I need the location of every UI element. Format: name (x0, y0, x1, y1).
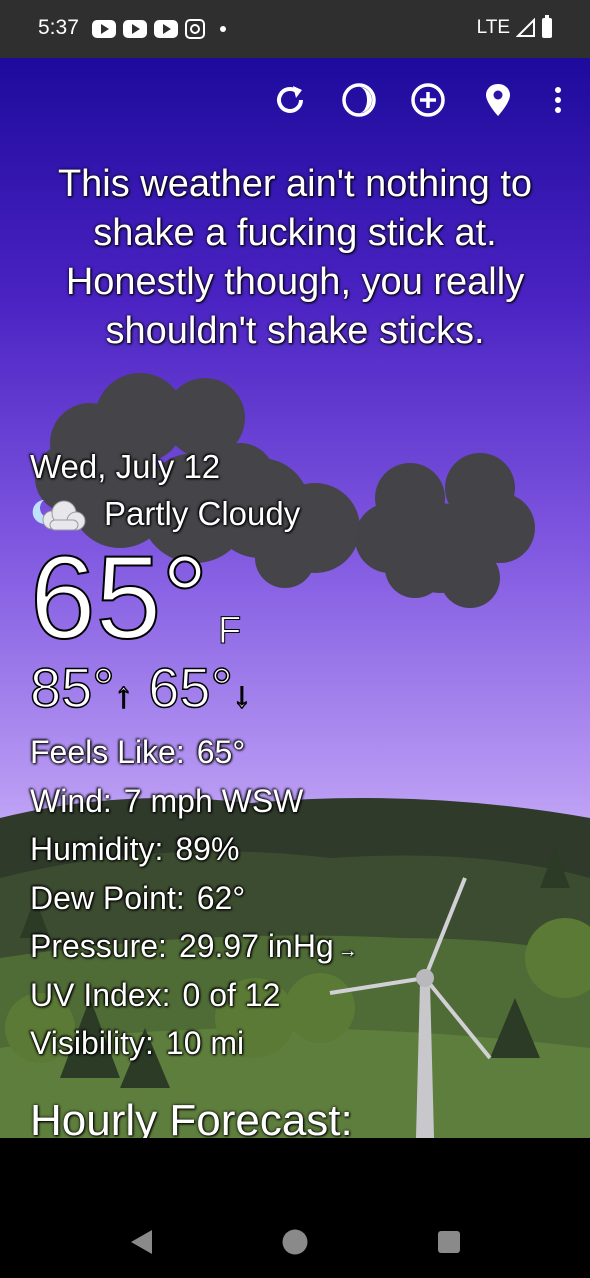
instagram-icon (185, 19, 205, 39)
detail-value: 7 mph WSW (123, 782, 304, 819)
detail-label: UV Index: (30, 976, 171, 1013)
hourly-forecast-heading: Hourly Forecast: (30, 1096, 353, 1138)
youtube-icon (123, 20, 147, 38)
weather-scene: This weather ain't nothing to shake a fu… (0, 58, 590, 1138)
wind-row: Wind: 7 mph WSW (30, 777, 358, 826)
condition-text: Partly Cloudy (104, 495, 301, 532)
dew-point-row: Dew Point: 62° (30, 874, 358, 923)
network-type: LTE (476, 17, 510, 38)
detail-value: 62° (196, 879, 246, 916)
detail-value: 29.97 inHg (178, 928, 334, 964)
system-status: LTE (476, 15, 552, 39)
detail-label: Feels Like: (30, 734, 185, 770)
youtube-icon (154, 20, 178, 38)
detail-label: Wind: (30, 782, 112, 819)
overflow-menu-icon[interactable] (538, 80, 578, 120)
uv-index-row: UV Index: 0 of 12 (30, 971, 358, 1020)
high-low-temperature: 85°↑ 65°↓ (29, 656, 252, 725)
location-pin-icon[interactable] (478, 80, 518, 120)
partly-cloudy-night-icon (32, 500, 86, 531)
navigation-bar (0, 1138, 590, 1278)
notification-icons (92, 19, 226, 39)
detail-value: 0 of 12 (182, 976, 281, 1013)
detail-label: Pressure: (30, 928, 167, 964)
current-condition: Partly Cloudy (30, 495, 300, 533)
youtube-icon (92, 20, 116, 38)
add-location-icon[interactable] (408, 80, 448, 120)
back-icon[interactable] (128, 1228, 154, 1256)
down-arrow-icon: ↓ (232, 673, 252, 716)
recents-icon[interactable] (436, 1228, 462, 1256)
status-bar: 5:37 LTE (0, 0, 590, 58)
status-time: 5:37 (38, 16, 79, 39)
detail-value: 65° (196, 734, 246, 770)
cloud-right (355, 453, 535, 608)
feels-like-row: Feels Like: 65° (30, 728, 358, 777)
theme-icon[interactable] (339, 80, 379, 120)
pressure-row: Pressure: 29.97 inHg → (30, 922, 358, 971)
signal-icon (516, 18, 535, 37)
weather-quote: This weather ain't nothing to shake a fu… (57, 163, 533, 352)
pressure-trend-icon: → (337, 940, 358, 962)
detail-value: 10 mi (165, 1025, 245, 1061)
detail-label: Humidity: (30, 831, 164, 867)
low-temperature: 65° (148, 656, 234, 719)
humidity-row: Humidity: 89% (30, 825, 358, 874)
up-arrow-icon: ↑ (114, 673, 134, 716)
temperature-unit: F (217, 610, 242, 653)
detail-value: 89% (175, 831, 240, 867)
notification-dot (220, 26, 226, 32)
weather-details: Feels Like: 65° Wind: 7 mph WSW Humidity: 8… (30, 728, 358, 1068)
home-icon[interactable] (281, 1228, 309, 1256)
current-temperature: 65° (29, 532, 209, 664)
detail-label: Dew Point: (30, 879, 185, 916)
refresh-icon[interactable] (270, 80, 310, 120)
detail-label: Visibility: (30, 1025, 154, 1061)
high-temperature: 85° (29, 656, 115, 719)
current-date: Wed, July 12 (30, 448, 221, 485)
toolbar (0, 80, 590, 120)
visibility-row: Visibility: 10 mi (30, 1019, 358, 1068)
battery-icon (542, 15, 552, 38)
